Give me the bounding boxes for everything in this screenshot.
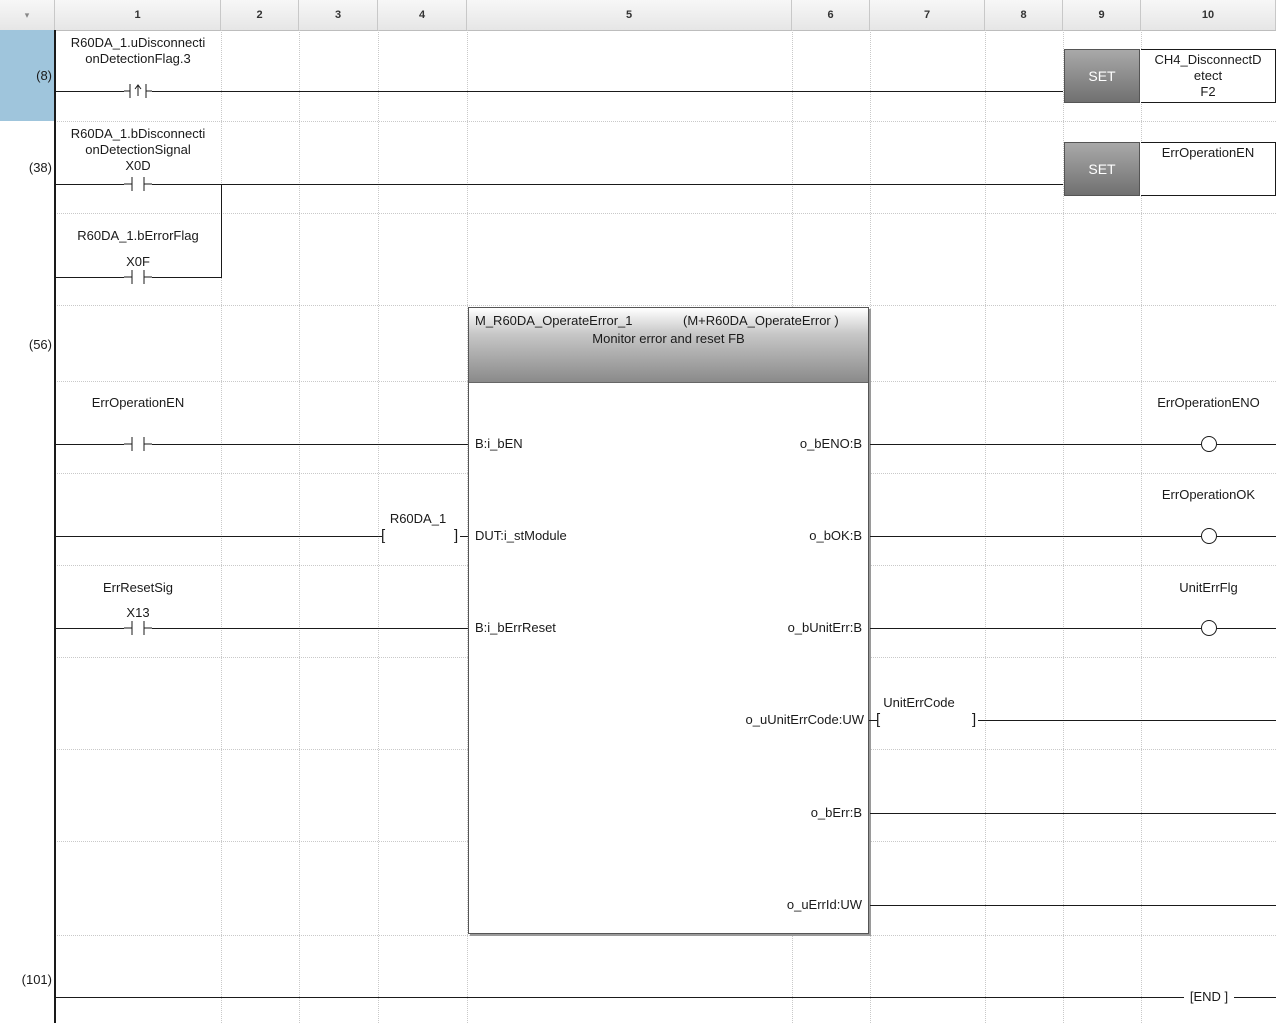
grid-line [55,213,1276,214]
grid-line [55,121,1276,122]
contact-label: R60DA_1.bDisconnecti onDetectionSignal X… [70,126,206,173]
column-7[interactable]: 7 [870,0,985,30]
column-1[interactable]: 1 [55,0,221,30]
end-instruction[interactable]: [END ] [1182,989,1236,1005]
output-coil[interactable] [1201,436,1217,452]
wire [1234,997,1276,998]
end-label: END [1193,989,1221,1004]
wire [56,628,124,629]
column-header: ▾ 1 2 3 4 5 6 7 8 9 10 [0,0,1276,31]
fb-output-port: o_bOK:B [809,528,862,543]
coil-label: ErrOperationOK [1161,487,1256,502]
close-bracket: ] [972,711,977,728]
wire [870,813,1276,814]
column-2[interactable]: 2 [221,0,299,30]
fb-output-port: o_bErr:B [810,805,862,820]
column-8[interactable]: 8 [985,0,1063,30]
wire [56,997,1184,998]
contact-label: ErrResetSig [102,580,174,595]
fb-description: Monitor error and reset FB [592,331,745,346]
variable-label: R60DA_1 [389,511,447,526]
left-power-rail [54,30,56,1023]
step-number-38[interactable]: (38) [0,160,52,175]
fb-input-port: DUT:i_stModule [475,528,567,543]
fb-input-port: B:i_bEN [475,436,523,451]
wire [56,536,382,537]
fb-output-port: o_uUnitErrCode:UW [745,712,865,727]
output-coil[interactable] [1201,620,1217,636]
contact-label: R60DA_1.bErrorFlag [77,228,199,243]
no-contact[interactable] [124,269,152,285]
close-bracket: ] [454,527,459,544]
column-4[interactable]: 4 [378,0,467,30]
wire [56,444,124,445]
wire [870,536,1201,537]
set-instruction[interactable]: SET [1064,49,1140,103]
wire [152,184,1063,185]
grid-line [299,30,300,1023]
wire [152,444,468,445]
no-contact[interactable] [124,620,152,636]
step-number-8[interactable]: (8) [0,68,52,83]
wire [870,628,1201,629]
grid-line [55,935,1276,936]
open-bracket: [ [381,527,386,544]
open-bracket: [ [876,711,881,728]
wire [870,444,1201,445]
grid-line [221,30,222,1023]
fb-header: M_R60DA_OperateError_1 (M+R60DA_OperateE… [469,308,868,383]
wire [870,905,1276,906]
fb-instance-name: M_R60DA_OperateError_1 [475,313,633,328]
set-target-device[interactable]: CH4_DisconnectD etect F2 [1141,49,1276,103]
contact-label: R60DA_1.uDisconnecti onDetectionFlag.3 [70,35,206,66]
variable-label: UnitErrCode [883,695,955,710]
wire [152,277,222,278]
grid-line [55,305,1276,306]
step-number-101[interactable]: (101) [0,972,52,987]
contact-address: X0F [126,254,150,269]
corner-dropdown[interactable]: ▾ [0,0,55,30]
fb-type-name: (M+R60DA_OperateError ) [683,313,839,328]
fb-output-port: o_bUnitErr:B [787,620,862,635]
no-contact[interactable] [124,176,152,192]
wire [56,91,124,92]
step-number-56[interactable]: (56) [0,337,52,352]
fb-output-port: o_bENO:B [799,436,862,451]
column-10[interactable]: 10 [1141,0,1276,30]
wire [56,277,124,278]
no-contact[interactable] [124,436,152,452]
wire [1217,536,1276,537]
output-coil[interactable] [1201,528,1217,544]
column-9[interactable]: 9 [1063,0,1141,30]
wire [978,720,1276,721]
wire [152,91,1063,92]
fb-input-port: B:i_bErrReset [475,620,556,635]
set-instruction[interactable]: SET [1064,142,1140,196]
grid-line [985,30,986,1023]
set-target-device[interactable]: ErrOperationEN [1141,142,1276,196]
column-6[interactable]: 6 [792,0,870,30]
wire [1217,444,1276,445]
fb-output-port: o_uErrId:UW [786,897,862,912]
coil-label: ErrOperationENO [1157,395,1260,410]
wire [460,536,468,537]
close-bracket: ] [1220,989,1229,1004]
column-3[interactable]: 3 [299,0,378,30]
wire [1217,628,1276,629]
contact-address: X13 [126,605,150,620]
grid-line [870,30,871,1023]
column-5[interactable]: 5 [467,0,792,30]
coil-label: UnitErrFlg [1179,580,1238,595]
wire [221,184,222,278]
contact-label: ErrOperationEN [91,395,185,410]
rising-edge-contact[interactable] [124,83,152,99]
wire [56,184,124,185]
wire [152,628,468,629]
